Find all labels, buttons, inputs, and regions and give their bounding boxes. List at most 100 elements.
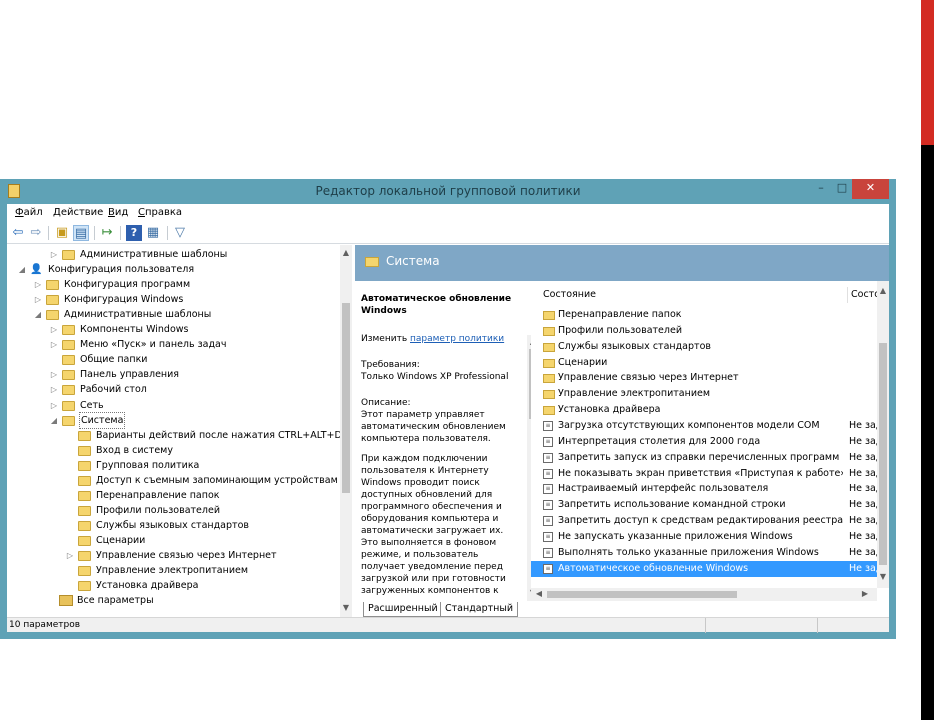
expand-icon[interactable]: ▷ <box>49 322 59 337</box>
expand-icon[interactable]: ▷ <box>49 337 59 352</box>
tree-item[interactable]: Управление электропитанием <box>7 563 342 578</box>
tree-item[interactable]: ▷ Конфигурация программ <box>7 277 342 292</box>
policy-setting-icon: ≡ <box>543 484 553 495</box>
minimize-button[interactable]: – <box>810 179 832 199</box>
expand-icon[interactable]: ▷ <box>49 247 59 262</box>
folder-icon <box>78 535 91 546</box>
list-item[interactable]: ≡ Интерпретация столетия для 2000 года Не … <box>531 434 877 450</box>
collapse-icon[interactable]: ◢ <box>17 262 27 277</box>
collapse-icon[interactable]: ◢ <box>49 413 59 428</box>
tab-standard[interactable]: Стандартный <box>440 602 519 617</box>
tree-item-label: Вход в систему <box>96 444 173 456</box>
tree-item[interactable]: Варианты действий после нажатия CTRL+ALT… <box>7 428 351 443</box>
tree-item[interactable]: ▷ Сеть <box>7 398 342 413</box>
list-item[interactable]: ≡ Запретить запуск из справки перечисленн… <box>531 450 877 466</box>
tree-scrollbar[interactable]: ▲ ▼ <box>340 245 352 617</box>
tree-item[interactable]: Службы языковых стандартов <box>7 518 342 533</box>
list-item[interactable]: ≡ Запретить использование командной строк… <box>531 497 877 513</box>
show-hide-tree-icon[interactable]: ▤ <box>73 225 89 241</box>
list-item[interactable]: ≡ Настраиваемый интерфейс пользователя Не … <box>531 481 877 497</box>
tree-item[interactable]: ◢ 👤 Конфигурация пользователя <box>7 262 342 277</box>
list-item[interactable]: Сценарии <box>531 355 877 371</box>
tree-item[interactable]: Профили пользователей <box>7 503 342 518</box>
tree-item[interactable]: ▷ Конфигурация Windows <box>7 292 342 307</box>
policy-setting-icon: ≡ <box>543 547 553 558</box>
folder-icon <box>62 370 75 381</box>
expand-icon[interactable]: ▷ <box>33 292 43 307</box>
up-folder-icon[interactable]: ▣ <box>54 225 70 241</box>
scroll-up-arrow-icon[interactable]: ▲ <box>877 285 889 297</box>
properties-icon[interactable]: ▦ <box>145 225 161 241</box>
back-arrow-icon[interactable]: ⇦ <box>10 225 26 241</box>
scroll-down-arrow-icon[interactable]: ▼ <box>340 602 352 614</box>
list-item[interactable]: ≡ Не запускать указанные приложения Windo… <box>531 529 877 545</box>
list-item[interactable]: ≡ Автоматическое обновление Windows Не зад <box>531 560 877 577</box>
tree-item[interactable]: ◢ Система <box>7 411 342 429</box>
scroll-down-arrow-icon[interactable]: ▼ <box>877 571 889 583</box>
tab-extended[interactable]: Расширенный <box>363 602 443 617</box>
tree-item[interactable]: ▷ Административные шаблоны <box>7 247 342 262</box>
maximize-button[interactable]: □ <box>832 179 852 199</box>
expand-icon[interactable]: ▷ <box>65 548 75 563</box>
list-item-status: Не зад <box>849 515 877 527</box>
policy-setting-icon: ≡ <box>543 563 553 574</box>
folder-icon <box>543 406 555 416</box>
list-hscroll-thumb[interactable] <box>547 591 737 598</box>
list-item[interactable]: Управление электропитанием <box>531 386 877 402</box>
tree-item[interactable]: Общие папки <box>7 352 342 367</box>
menu-action[interactable]: Действие <box>53 207 103 218</box>
help-icon[interactable]: ? <box>126 225 142 241</box>
tree-item[interactable]: Групповая политика <box>7 458 342 473</box>
export-list-icon[interactable]: ↦ <box>99 225 115 241</box>
list-vscrollbar[interactable]: ▲ ▼ <box>877 281 889 588</box>
scroll-left-arrow-icon[interactable]: ◀ <box>533 588 545 600</box>
menu-file[interactable]: Файл <box>15 207 43 218</box>
expand-icon[interactable]: ▷ <box>49 367 59 382</box>
tree-item[interactable]: Все параметры <box>7 593 342 608</box>
menu-view[interactable]: Вид <box>108 207 128 218</box>
tree-item[interactable]: ◢ Административные шаблоны <box>7 307 342 322</box>
list-item-status: Не зад <box>849 530 877 542</box>
tree-pane[interactable]: ▷ Административные шаблоны ◢ 👤 Конфигурация … <box>7 245 352 617</box>
column-header-state[interactable]: Состояние <box>543 287 596 303</box>
folder-icon <box>78 520 91 531</box>
expand-icon[interactable]: ▷ <box>49 382 59 397</box>
column-header-status[interactable]: Состояние <box>847 287 877 303</box>
list-item[interactable]: Перенаправление папок <box>531 307 877 323</box>
expand-icon[interactable]: ▷ <box>33 277 43 292</box>
close-button[interactable]: ✕ <box>852 179 889 199</box>
list-item[interactable]: ≡ Не показывать экран приветствия «Присту… <box>531 466 877 482</box>
forward-arrow-icon[interactable]: ⇨ <box>28 225 44 241</box>
list-item[interactable]: Установка драйвера <box>531 402 877 418</box>
tree-scroll-thumb[interactable] <box>342 303 350 493</box>
scroll-right-arrow-icon[interactable]: ▶ <box>859 588 871 600</box>
list-item[interactable]: ≡ Выполнять только указанные приложения W… <box>531 545 877 561</box>
tree-item[interactable]: Установка драйвера <box>7 578 342 593</box>
list-item[interactable]: ≡ Загрузка отсутствующих компонентов моде… <box>531 418 877 434</box>
list-hscrollbar[interactable]: ◀ ▶ <box>531 588 877 601</box>
list-item[interactable]: Управление связью через Интернет <box>531 370 877 386</box>
filter-icon[interactable]: ▽ <box>172 225 188 241</box>
tree-item[interactable]: ▷ Меню «Пуск» и панель задач <box>7 337 342 352</box>
tree-item[interactable]: ▷ Управление связью через Интернет <box>7 548 342 563</box>
tree-item-label: Варианты действий после нажатия CTRL+ALT… <box>96 429 352 441</box>
tree-item[interactable]: ▷ Рабочий стол <box>7 382 342 397</box>
title-bar[interactable]: Редактор локальной групповой политики – … <box>0 179 896 204</box>
list-item[interactable]: Службы языковых стандартов <box>531 339 877 355</box>
tree-item[interactable]: Вход в систему <box>7 443 342 458</box>
expand-icon[interactable]: ▷ <box>49 398 59 413</box>
tree-item[interactable]: ▷ Панель управления <box>7 367 342 382</box>
description-label: Описание: <box>361 398 411 408</box>
list-vscroll-thumb[interactable] <box>879 343 887 565</box>
list-item[interactable]: Профили пользователей <box>531 323 877 339</box>
tree-item[interactable]: Сценарии <box>7 533 342 548</box>
scroll-up-arrow-icon[interactable]: ▲ <box>340 247 352 259</box>
list-item[interactable]: ≡ Запретить доступ к средствам редактиров… <box>531 513 877 529</box>
collapse-icon[interactable]: ◢ <box>33 307 43 322</box>
tree-item[interactable]: Доступ к съемным запоминающим устройства… <box>7 473 342 488</box>
edit-policy-link[interactable]: параметр политики <box>410 334 504 344</box>
tree-item[interactable]: Перенаправление папок <box>7 488 342 503</box>
menu-help[interactable]: Справка <box>138 207 182 218</box>
tree-item[interactable]: ▷ Компоненты Windows <box>7 322 342 337</box>
folder-icon <box>62 400 75 411</box>
